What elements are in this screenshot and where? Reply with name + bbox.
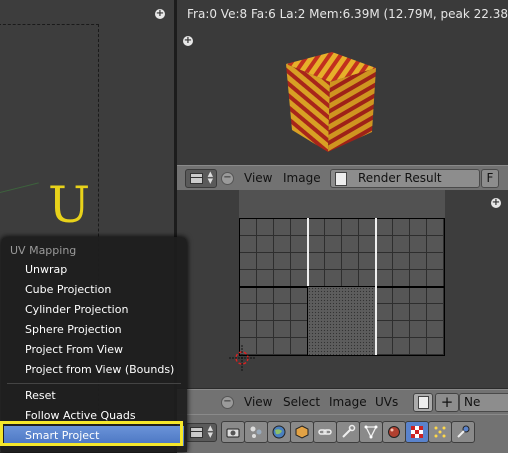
new-image-field[interactable]: Ne — [459, 393, 508, 412]
mesh-data-icon — [364, 425, 378, 439]
collapse-menu-icon[interactable]: − — [221, 396, 234, 409]
texture-context-button[interactable] — [405, 421, 429, 443]
uv-face[interactable] — [307, 218, 377, 288]
editor-type-menu[interactable]: ▲ ▼ — [185, 423, 217, 442]
particles-context-button[interactable] — [428, 421, 452, 443]
scene-context-button[interactable] — [244, 421, 268, 443]
menu-view[interactable]: View — [244, 171, 272, 185]
menu-item-label: Reset — [25, 389, 56, 402]
render-stats: Fra:0 Ve:8 Fa:6 La:2 Mem:6.39M (12.79M, … — [187, 7, 508, 21]
data-context-button[interactable] — [359, 421, 383, 443]
modifiers-context-button[interactable] — [336, 421, 360, 443]
2d-cursor-icon[interactable] — [227, 343, 257, 373]
updown-arrow-icon: ▲ ▼ — [207, 170, 213, 185]
render-context-button[interactable] — [221, 421, 245, 443]
menu-item-label: Cube Projection — [25, 283, 112, 296]
menu-item-reset[interactable]: Reset — [1, 386, 187, 406]
image-browse-field[interactable]: Render Result — [330, 169, 480, 188]
menu-item-sphere-projection[interactable]: Sphere Projection — [1, 320, 187, 340]
image-name: Render Result — [358, 171, 442, 185]
camera-icon — [226, 428, 240, 438]
menu-item-cylinder-projection[interactable]: Cylinder Projection — [1, 300, 187, 320]
render-result-area[interactable]: Fra:0 Ve:8 Fa:6 La:2 Mem:6.39M (12.79M, … — [177, 0, 508, 165]
object-icon — [295, 425, 309, 439]
menu-item-project-from-view[interactable]: Project From View — [1, 340, 187, 360]
material-icon — [388, 426, 400, 438]
uv-seam — [375, 218, 377, 355]
menu-image[interactable]: Image — [329, 395, 367, 409]
image-icon — [418, 396, 429, 409]
menu-select[interactable]: Select — [283, 395, 320, 409]
area-split-plus-icon[interactable]: + — [183, 36, 193, 46]
menu-view[interactable]: View — [244, 395, 272, 409]
key-overlay-letter: U — [48, 176, 91, 234]
menu-uvs[interactable]: UVs — [375, 395, 398, 409]
menu-item-label: Unwrap — [25, 263, 68, 276]
menu-item-project-from-view-bounds[interactable]: Project from View (Bounds) — [1, 360, 187, 380]
menu-image[interactable]: Image — [283, 171, 321, 185]
uv-grid-strip — [239, 190, 445, 218]
menu-item-label: Project From View — [25, 343, 123, 356]
uv-face[interactable] — [375, 286, 445, 356]
uv-mapping-menu: UV Mapping Unwrap Cube Projection Cylind… — [1, 237, 187, 452]
new-image-button[interactable]: + — [435, 393, 459, 412]
updown-arrow-icon: ▲ ▼ — [207, 424, 213, 439]
world-context-button[interactable] — [267, 421, 291, 443]
particle-system-icon — [434, 426, 446, 438]
image-editor-icon — [190, 173, 203, 184]
fake-user-button[interactable]: F — [481, 169, 499, 188]
texture-icon — [411, 426, 423, 438]
properties-editor-icon — [190, 427, 203, 438]
physics-icon — [457, 425, 470, 438]
area-split-plus-icon[interactable]: + — [155, 9, 165, 19]
particles-icon — [250, 426, 262, 438]
highlight-annotation — [0, 421, 183, 446]
menu-item-cube-projection[interactable]: Cube Projection — [1, 280, 187, 300]
modifier-icon — [342, 424, 356, 438]
physics-context-button[interactable] — [451, 421, 475, 443]
image-icon — [335, 172, 347, 186]
uv-face[interactable] — [239, 218, 309, 288]
uv-empty-region — [445, 190, 508, 388]
uv-face-selected[interactable] — [307, 286, 377, 356]
material-context-button[interactable] — [382, 421, 406, 443]
object-context-button[interactable] — [290, 421, 314, 443]
uv-editor-area[interactable]: + — [177, 190, 508, 388]
uv-seam — [307, 218, 309, 286]
image-browse-button[interactable] — [413, 393, 433, 412]
constraints-context-button[interactable] — [313, 421, 337, 443]
new-image-label: Ne — [464, 395, 481, 409]
uv-editor-header: − View Select Image UVs + Ne — [177, 389, 508, 415]
area-split-plus-icon[interactable]: + — [491, 198, 501, 208]
menu-item-label: Sphere Projection — [25, 323, 122, 336]
uv-face[interactable] — [375, 218, 445, 288]
editor-type-menu[interactable]: ▲ ▼ — [185, 169, 217, 188]
menu-item-label: Cylinder Projection — [25, 303, 129, 316]
constraint-icon — [318, 429, 332, 435]
collapse-menu-icon[interactable]: − — [221, 172, 234, 185]
menu-item-unwrap[interactable]: Unwrap — [1, 260, 187, 280]
properties-context-bar: ▲ ▼ — [177, 414, 508, 453]
rendered-cube — [286, 52, 376, 152]
menu-separator — [7, 383, 181, 384]
menu-item-label: Project from View (Bounds) — [25, 363, 175, 376]
menu-title: UV Mapping — [10, 244, 77, 257]
world-icon — [272, 425, 286, 439]
image-editor-header: ▲ ▼ − View Image Render Result F — [177, 165, 508, 191]
